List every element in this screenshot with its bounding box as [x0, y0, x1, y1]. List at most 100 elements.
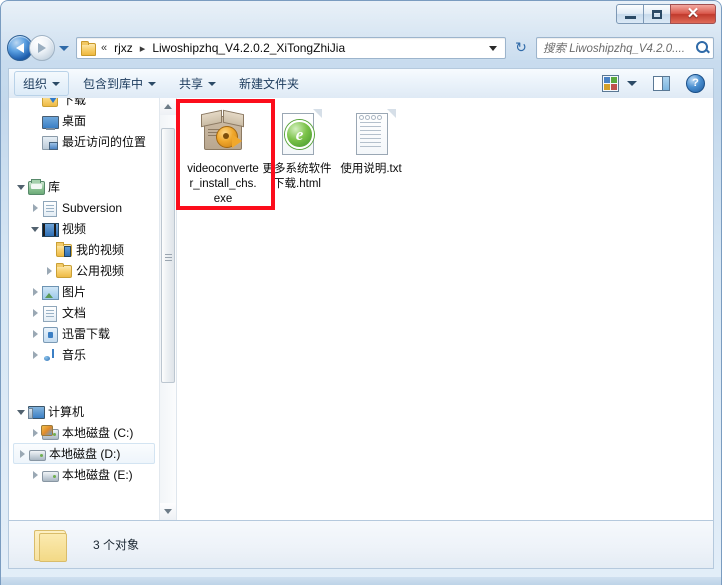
breadcrumb-separator: ▸ — [139, 42, 146, 55]
chevron-down-icon — [148, 81, 157, 86]
twisty-icon[interactable] — [29, 349, 41, 361]
sidebar-item-thunder-download[interactable]: 迅雷下载 — [9, 323, 159, 344]
scroll-up-button[interactable] — [160, 98, 176, 115]
twisty-icon[interactable] — [29, 202, 41, 214]
search-icon — [693, 38, 713, 58]
sidebar-item-my-videos[interactable]: 我的视频 — [9, 239, 159, 260]
navigation-pane: 下载 桌面 最近访问的位置 库 Subversion 视频 我的视频 公用视频 … — [9, 98, 159, 520]
close-button[interactable]: ✕ — [670, 4, 716, 24]
address-chevron-down-icon[interactable] — [489, 45, 497, 51]
music-icon — [41, 347, 58, 363]
twisty-icon[interactable] — [43, 265, 55, 277]
twisty-icon[interactable] — [15, 181, 27, 193]
content-area: 下载 桌面 最近访问的位置 库 Subversion 视频 我的视频 公用视频 … — [8, 98, 714, 521]
breadcrumb-item-rjxz[interactable]: rjxz — [112, 40, 135, 56]
twisty-icon[interactable] — [29, 286, 41, 298]
back-arrow-icon — [16, 43, 24, 53]
sidebar-item-label: 本地磁盘 (C:) — [62, 426, 134, 440]
sidebar-item-local-disk-c[interactable]: 本地磁盘 (C:) — [9, 422, 159, 443]
sidebar-item-desktop[interactable]: 桌面 — [9, 110, 159, 131]
scrollbar-grip-icon — [164, 253, 172, 255]
file-item-readme-txt[interactable]: 使用说明.txt — [335, 104, 407, 177]
toolbar-organize-button[interactable]: 组织 — [14, 71, 70, 96]
sidebar-item-subversion[interactable]: Subversion — [9, 197, 159, 218]
sidebar-item-computer[interactable]: 计算机 — [9, 401, 159, 422]
pictures-icon — [41, 284, 59, 300]
twisty-icon[interactable] — [29, 328, 41, 340]
sidebar-item-local-disk-e[interactable]: 本地磁盘 (E:) — [9, 464, 159, 485]
breadcrumb-overflow[interactable]: « — [96, 42, 112, 54]
preview-pane-icon[interactable] — [653, 76, 670, 91]
search-box[interactable]: 搜索 Liwoshipzhq_V4.2.0.... — [536, 37, 714, 59]
sidebar-item-label: 桌面 — [62, 114, 87, 128]
breadcrumb-item-current[interactable]: Liwoshipzhq_V4.2.0.2_XiTongZhiJia — [150, 40, 347, 56]
sidebar-item-label: 下载 — [62, 98, 87, 107]
forward-button[interactable] — [29, 35, 55, 61]
address-bar[interactable]: « rjxz ▸ Liwoshipzhq_V4.2.0.2_XiTongZhiJ… — [76, 37, 506, 59]
sidebar-item-recent-places[interactable]: 最近访问的位置 — [9, 131, 159, 152]
toolbar-include-in-library-button[interactable]: 包含到库中 — [74, 71, 165, 96]
view-chevron-down-icon[interactable] — [627, 81, 637, 86]
search-input[interactable]: 搜索 Liwoshipzhq_V4.2.0.... — [537, 40, 693, 56]
sidebar-item-music[interactable]: 音乐 — [9, 344, 159, 365]
chevron-down-icon — [208, 81, 217, 86]
twisty-icon[interactable] — [29, 427, 41, 439]
twisty-icon — [29, 98, 41, 106]
sidebar-item-label: 最近访问的位置 — [62, 135, 147, 149]
tree-gap — [9, 164, 159, 176]
sidebar-item-libraries[interactable]: 库 — [9, 176, 159, 197]
twisty-icon[interactable] — [16, 448, 28, 460]
maximize-icon — [652, 9, 662, 19]
folder-icon — [80, 41, 96, 56]
file-item-videoconverter-installer[interactable]: videoconverter_install_chs.exe — [187, 104, 259, 207]
recent-places-icon — [41, 134, 58, 150]
sidebar-item-label: 图片 — [62, 285, 87, 299]
minimize-icon — [624, 16, 636, 19]
scroll-down-button[interactable] — [160, 503, 176, 520]
sidebar-item-downloads[interactable]: 下载 — [9, 98, 159, 110]
sidebar-item-public-videos[interactable]: 公用视频 — [9, 260, 159, 281]
navigation-tree: 下载 桌面 最近访问的位置 库 Subversion 视频 我的视频 公用视频 … — [9, 98, 159, 485]
chevron-up-icon — [164, 104, 172, 109]
window-bottom-strip — [0, 577, 722, 585]
toolbar-include-in-library-label: 包含到库中 — [83, 77, 144, 91]
internet-explorer-icon: e — [285, 120, 314, 149]
explorer-window: ✕ « rjxz ▸ Liwoshipzhq_V4.2.0.2_XiTongZh… — [0, 0, 722, 585]
navigation-bar: « rjxz ▸ Liwoshipzhq_V4.2.0.2_XiTongZhiJ… — [0, 30, 722, 66]
sidebar-item-videos[interactable]: 视频 — [9, 218, 159, 239]
installer-package-icon — [199, 109, 247, 158]
toolbar-new-folder-button[interactable]: 新建文件夹 — [230, 71, 308, 96]
recent-pages-chevron-down-icon[interactable] — [59, 45, 69, 51]
sidebar-item-label: 计算机 — [48, 405, 85, 419]
minimize-button[interactable] — [616, 4, 644, 24]
navigation-pane-scrollbar[interactable] — [159, 98, 176, 520]
twisty-icon[interactable] — [29, 307, 41, 319]
sidebar-item-label: Subversion — [62, 200, 123, 215]
sidebar-item-label: 文档 — [62, 306, 87, 320]
command-toolbar: 组织 包含到库中 共享 新建文件夹 ? — [8, 68, 714, 98]
video-folder-icon — [55, 241, 72, 258]
download-folder-icon — [41, 98, 58, 108]
scrollbar-thumb[interactable] — [161, 128, 175, 383]
sidebar-item-documents[interactable]: 文档 — [9, 302, 159, 323]
twisty-icon[interactable] — [29, 223, 41, 235]
toolbar-share-button[interactable]: 共享 — [170, 71, 225, 96]
file-name-label: 使用说明.txt — [340, 163, 402, 175]
nav-buttons — [7, 35, 69, 61]
toolbar-new-folder-label: 新建文件夹 — [239, 77, 300, 91]
change-view-icon[interactable] — [602, 75, 619, 92]
sidebar-item-local-disk-d[interactable]: 本地磁盘 (D:) — [13, 443, 155, 464]
sidebar-item-pictures[interactable]: 图片 — [9, 281, 159, 302]
file-list-pane[interactable]: videoconverter_install_chs.exe e 更多系统软件下… — [177, 98, 713, 520]
title-bar: ✕ — [0, 0, 722, 30]
maximize-button[interactable] — [643, 4, 671, 24]
toolbar-right-group: ? — [602, 74, 713, 93]
chevron-down-icon — [52, 81, 61, 86]
video-library-icon — [41, 221, 59, 237]
twisty-icon[interactable] — [15, 406, 27, 418]
file-item-more-software-html[interactable]: e 更多系统软件下载.html — [261, 104, 333, 192]
refresh-button[interactable]: ↻ — [510, 37, 532, 59]
help-icon[interactable]: ? — [686, 74, 705, 93]
folder-icon — [30, 527, 72, 563]
twisty-icon[interactable] — [29, 469, 41, 481]
